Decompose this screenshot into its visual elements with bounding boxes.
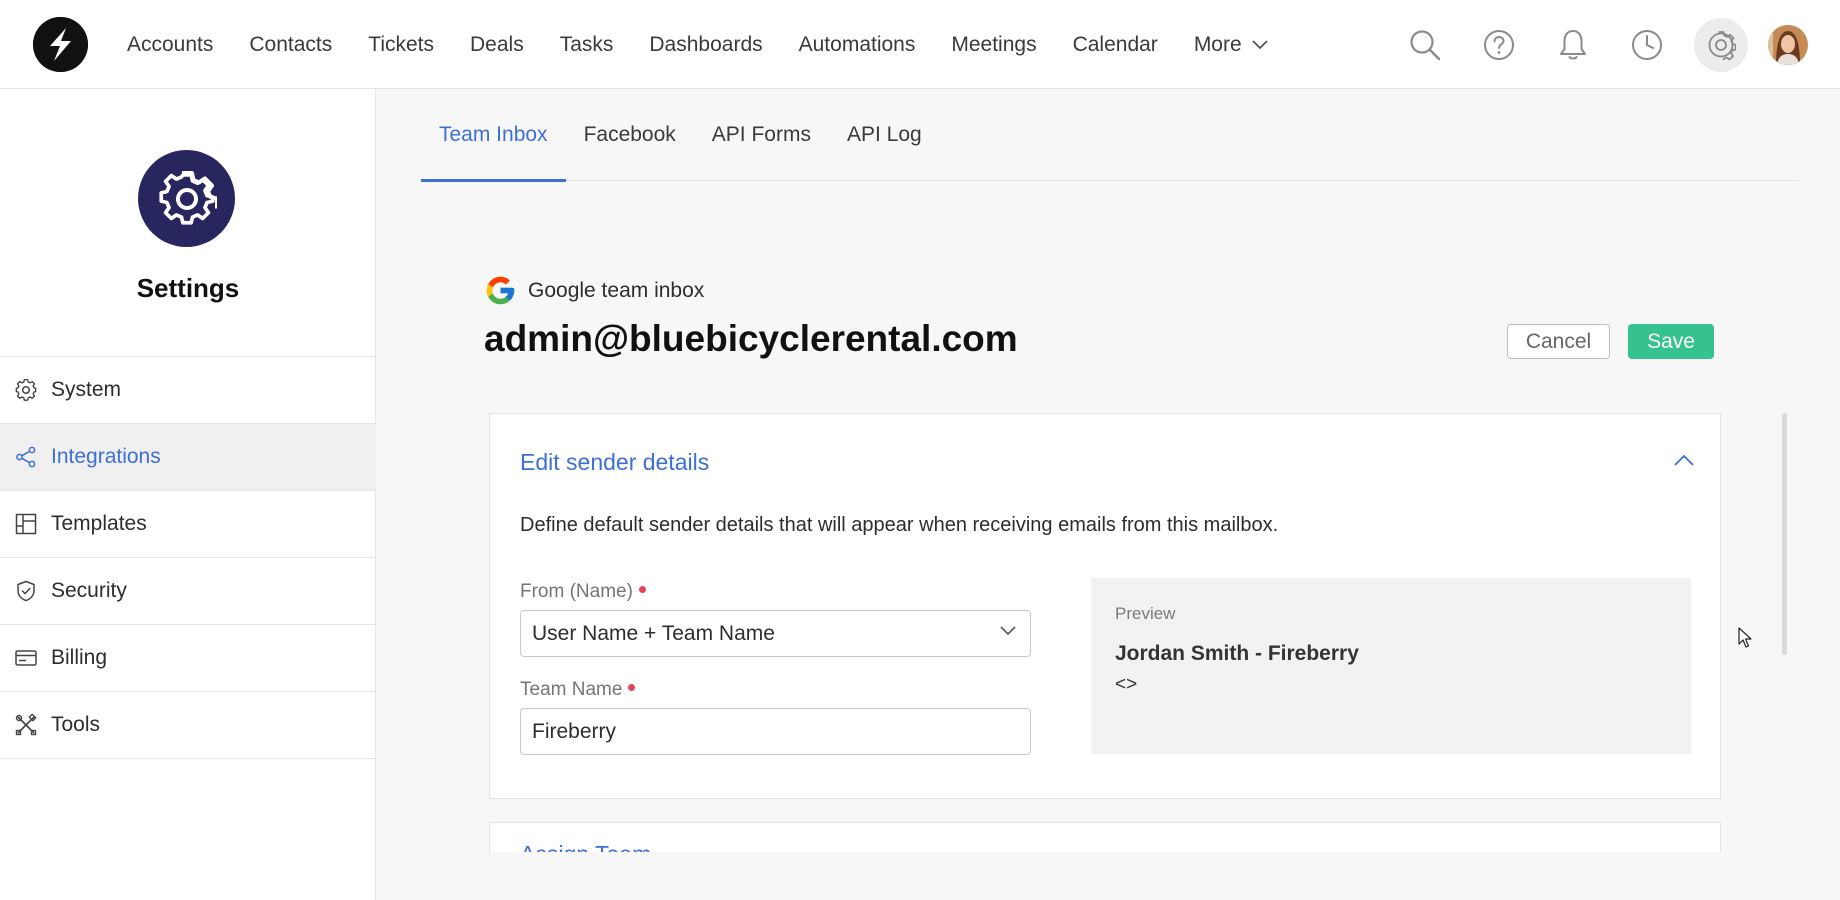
main-nav: Accounts Contacts Tickets Deals Tasks Da… — [127, 0, 1268, 89]
team-name-label: Team Name — [520, 679, 636, 701]
assign-team-card: Assign Team — [489, 822, 1721, 852]
content-fade — [377, 852, 1840, 900]
save-button[interactable]: Save — [1628, 324, 1714, 359]
sidebar-item-billing[interactable]: Billing — [0, 625, 376, 692]
nav-calendar[interactable]: Calendar — [1073, 33, 1158, 57]
nav-meetings[interactable]: Meetings — [951, 33, 1036, 57]
sender-preview: Preview Jordan Smith - Fireberry <> — [1091, 578, 1691, 754]
sidebar-item-templates[interactable]: Templates — [0, 491, 376, 558]
sender-details-title[interactable]: Edit sender details — [520, 449, 709, 476]
google-icon — [486, 276, 515, 305]
help-icon[interactable] — [1472, 18, 1526, 72]
from-name-label: From (Name) — [520, 581, 646, 603]
mouse-cursor-icon — [1738, 627, 1752, 648]
sidebar-item-label: Templates — [51, 512, 147, 535]
logo-icon[interactable] — [33, 17, 88, 72]
sidebar-item-label: Security — [51, 579, 127, 602]
chevron-down-icon — [1252, 39, 1268, 49]
settings-sidebar: Settings System Integrations Templates S… — [0, 89, 376, 900]
integration-tabs: Team Inbox Facebook API Forms API Log — [421, 89, 1799, 182]
nav-tickets[interactable]: Tickets — [368, 33, 434, 57]
nav-deals[interactable]: Deals — [470, 33, 524, 57]
content-scrollbar[interactable] — [1782, 413, 1787, 655]
sender-details-description: Define default sender details that will … — [520, 514, 1279, 536]
nav-accounts[interactable]: Accounts — [127, 33, 213, 57]
sidebar-item-system[interactable]: System — [0, 357, 376, 424]
nav-contacts[interactable]: Contacts — [249, 33, 332, 57]
chevron-up-icon[interactable] — [1674, 454, 1694, 466]
required-dot — [628, 684, 636, 692]
share-icon — [14, 445, 38, 469]
from-name-select[interactable]: User Name + Team Name — [520, 610, 1031, 657]
inbox-email: admin@bluebicyclerental.com — [484, 318, 1018, 359]
search-icon[interactable] — [1398, 18, 1452, 72]
preview-sender-address: <> — [1115, 674, 1138, 695]
preview-label: Preview — [1115, 604, 1176, 623]
billing-icon — [14, 646, 38, 670]
from-name-label-text: From (Name) — [520, 581, 633, 602]
sidebar-item-integrations[interactable]: Integrations — [0, 424, 376, 491]
top-navbar: Accounts Contacts Tickets Deals Tasks Da… — [0, 0, 1840, 89]
gear-icon[interactable] — [1694, 17, 1748, 72]
nav-tasks[interactable]: Tasks — [560, 33, 614, 57]
provider-label: Google team inbox — [528, 278, 705, 302]
sidebar-title: Settings — [136, 273, 240, 303]
provider-badge: Google team inbox — [484, 274, 704, 307]
tab-api-log[interactable]: API Log — [829, 89, 940, 181]
user-avatar[interactable] — [1768, 24, 1808, 65]
tab-facebook[interactable]: Facebook — [566, 89, 694, 181]
sender-details-card: Edit sender details Define default sende… — [489, 413, 1721, 799]
sidebar-item-label: Integrations — [51, 445, 161, 468]
sidebar-menu: System Integrations Templates Security B… — [0, 356, 376, 759]
tab-api-forms[interactable]: API Forms — [694, 89, 829, 181]
gear-icon — [14, 378, 38, 402]
preview-sender-name: Jordan Smith - Fireberry — [1115, 642, 1359, 665]
chevron-down-icon — [1000, 626, 1016, 636]
bell-icon[interactable] — [1546, 18, 1600, 72]
nav-dashboards[interactable]: Dashboards — [649, 33, 762, 57]
nav-icon-bar — [1378, 0, 1808, 89]
cancel-button[interactable]: Cancel — [1507, 324, 1610, 359]
tools-icon — [14, 713, 38, 737]
sidebar-item-security[interactable]: Security — [0, 558, 376, 625]
clock-icon[interactable] — [1620, 18, 1674, 72]
sidebar-item-label: Billing — [51, 646, 108, 669]
template-icon — [14, 512, 38, 536]
tab-team-inbox[interactable]: Team Inbox — [421, 89, 566, 182]
sidebar-item-label: System — [51, 378, 122, 401]
nav-automations[interactable]: Automations — [799, 33, 916, 57]
required-dot — [638, 586, 646, 594]
team-name-input[interactable] — [520, 708, 1031, 755]
nav-more-menu[interactable]: More — [1194, 33, 1268, 57]
assign-team-title[interactable]: Assign Team — [520, 841, 651, 852]
nav-more-label: More — [1193, 32, 1242, 56]
sidebar-item-tools[interactable]: Tools — [0, 692, 376, 759]
sidebar-item-label: Tools — [51, 713, 101, 736]
from-name-value: User Name + Team Name — [532, 621, 775, 645]
settings-badge-icon — [138, 150, 235, 247]
team-name-label-text: Team Name — [520, 679, 623, 700]
shield-icon — [14, 579, 38, 603]
